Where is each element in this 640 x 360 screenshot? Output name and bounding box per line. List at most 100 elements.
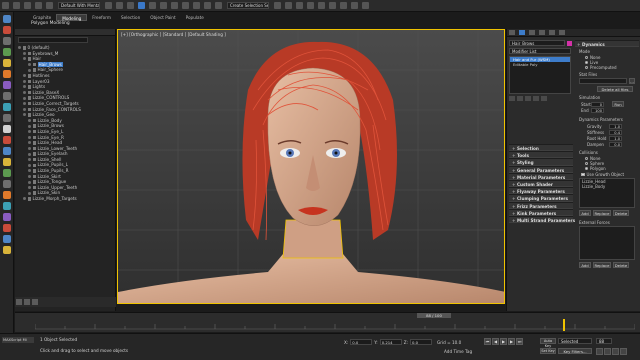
stat-files-field[interactable] <box>579 78 627 85</box>
use-growth-object-checkbox[interactable]: Use Growth Object <box>581 172 639 177</box>
scene-tree-item[interactable]: Lizzie_Morph_Targets <box>15 196 115 202</box>
rollout-header[interactable]: Frizz Parameters <box>509 201 573 209</box>
rollout-header[interactable]: Multi Strand Parameters <box>509 215 575 224</box>
link-icon[interactable] <box>24 2 31 9</box>
modifier-list-dropdown[interactable]: Modifier List <box>509 48 571 54</box>
visibility-icon[interactable] <box>23 51 26 55</box>
tab-freeform[interactable]: Freeform <box>87 14 116 21</box>
time-slider[interactable]: 88 / 100 <box>417 313 451 318</box>
auto-key-button[interactable]: Auto Key <box>540 338 556 348</box>
browse-stat-files-button[interactable]: … <box>629 78 635 85</box>
visibility-icon[interactable] <box>23 91 26 95</box>
render-production-icon[interactable] <box>362 2 369 9</box>
rollout-header[interactable]: Kink Parameters <box>509 208 573 216</box>
explorer-toggle-icon[interactable] <box>16 299 22 305</box>
collision-replace-button[interactable]: Replace <box>593 210 611 217</box>
delete-all-files-button[interactable]: Delete all files <box>597 86 633 93</box>
time-cursor[interactable] <box>563 319 565 331</box>
start-spinner[interactable]: 0 <box>591 101 604 107</box>
lock-icon[interactable] <box>32 299 38 305</box>
visibility-icon[interactable] <box>28 158 31 162</box>
key-mode-dropdown[interactable]: Selected <box>558 338 592 344</box>
external-forces-list[interactable] <box>579 226 635 261</box>
visibility-icon[interactable] <box>28 130 31 134</box>
pin-stack-icon[interactable] <box>509 96 515 101</box>
visibility-icon[interactable] <box>28 180 31 184</box>
collision-delete-button[interactable]: Delete <box>613 210 629 217</box>
previous-frame-icon[interactable]: ◀ <box>492 338 499 345</box>
collision-polygon-radio[interactable]: Polygon <box>585 166 639 171</box>
display-bones-icon[interactable] <box>2 125 11 133</box>
ribbon-sub-label[interactable]: Polygon Modeling <box>28 21 70 29</box>
layer-explorer-icon[interactable] <box>24 299 30 305</box>
remove-modifier-icon[interactable] <box>533 96 539 101</box>
rollout-header[interactable]: Custom Shader <box>509 179 573 188</box>
rollout-header[interactable]: Clumping Parameters <box>509 194 573 202</box>
visibility-icon[interactable] <box>28 191 31 195</box>
collision-objects-list[interactable]: Lizzie_Head Lizzie_Body <box>579 178 635 209</box>
collision-item-body[interactable]: Lizzie_Body <box>580 184 634 189</box>
show-end-result-icon[interactable] <box>517 96 523 101</box>
play-icon[interactable]: ▶ <box>500 338 507 345</box>
schematic-view-icon[interactable] <box>318 2 325 9</box>
display-influences-icon[interactable] <box>2 191 11 199</box>
modify-tab-icon[interactable] <box>519 30 525 35</box>
material-editor-icon[interactable] <box>329 2 336 9</box>
reference-coord-icon[interactable] <box>171 2 178 9</box>
display-lights-icon[interactable] <box>2 70 11 78</box>
x-field[interactable]: 0.0 <box>350 339 373 345</box>
select-move-icon[interactable] <box>138 2 145 9</box>
visibility-icon[interactable] <box>28 63 31 67</box>
visibility-icon[interactable] <box>28 124 31 128</box>
add-time-tag[interactable]: Add Time Tag <box>444 349 472 354</box>
rollout-header[interactable]: Flyaway Parameters <box>509 187 573 195</box>
display-hidden-icon[interactable] <box>2 169 11 177</box>
select-tool-icon[interactable] <box>2 15 11 23</box>
named-selection-set-field[interactable]: Create Selection Se <box>227 2 269 9</box>
mirror-icon[interactable] <box>274 2 281 9</box>
motion-tab-icon[interactable] <box>539 30 545 35</box>
visibility-icon[interactable] <box>23 79 26 83</box>
forces-add-button[interactable]: Add <box>579 262 591 269</box>
rollout-header[interactable]: Material Parameters <box>509 172 573 180</box>
tab-selection[interactable]: Selection <box>116 14 145 21</box>
display-frozen-icon[interactable] <box>2 158 11 166</box>
tab-graphite[interactable]: Graphite <box>28 14 56 21</box>
viewport-render[interactable]: [+] [Orthographic ] [Standard ] [Default… <box>118 30 505 304</box>
display-all-icon[interactable] <box>2 37 11 45</box>
tab-modeling[interactable]: Modeling <box>56 13 88 21</box>
rollout-header[interactable]: Styling <box>509 158 573 166</box>
display-geometry-icon[interactable] <box>2 48 11 56</box>
pan-icon[interactable] <box>604 348 611 355</box>
tab-populate[interactable]: Populate <box>181 14 209 21</box>
tab-object-paint[interactable]: Object Paint <box>145 14 180 21</box>
display-cameras-icon[interactable] <box>2 81 11 89</box>
dampen-spinner[interactable]: 0.0 <box>609 141 622 147</box>
dynamics-header[interactable]: Dynamics <box>575 40 639 48</box>
sort-layers-icon[interactable] <box>2 202 11 210</box>
redo-icon[interactable] <box>13 2 20 9</box>
select-object-icon[interactable] <box>105 2 112 9</box>
y-field[interactable]: 0.214 <box>379 339 402 345</box>
visibility-icon[interactable] <box>28 169 31 173</box>
display-space-warps-icon[interactable] <box>2 103 11 111</box>
render-setup-icon[interactable] <box>340 2 347 9</box>
display-none-icon[interactable] <box>2 26 11 34</box>
visibility-icon[interactable] <box>23 85 26 89</box>
viewport[interactable]: [+] [Orthographic ] [Standard ] [Default… <box>117 29 505 304</box>
undo-icon[interactable] <box>2 2 9 9</box>
display-xrefs-icon[interactable] <box>2 147 11 155</box>
run-button[interactable]: Run <box>612 101 624 108</box>
percent-snap-icon[interactable] <box>215 2 222 9</box>
curve-editor-icon[interactable] <box>307 2 314 9</box>
visibility-icon[interactable] <box>23 107 26 111</box>
gravity-spinner[interactable]: 1.0 <box>609 123 622 129</box>
visibility-icon[interactable] <box>23 113 26 117</box>
scene-search-input[interactable] <box>18 37 88 43</box>
visibility-icon[interactable] <box>28 135 31 139</box>
visibility-icon[interactable] <box>23 96 26 100</box>
filter-icon[interactable] <box>2 235 11 243</box>
snap-toggle-icon[interactable] <box>193 2 200 9</box>
time-track[interactable] <box>34 319 636 331</box>
workspace-dropdown[interactable]: Default With Mental Ray <box>58 2 100 9</box>
